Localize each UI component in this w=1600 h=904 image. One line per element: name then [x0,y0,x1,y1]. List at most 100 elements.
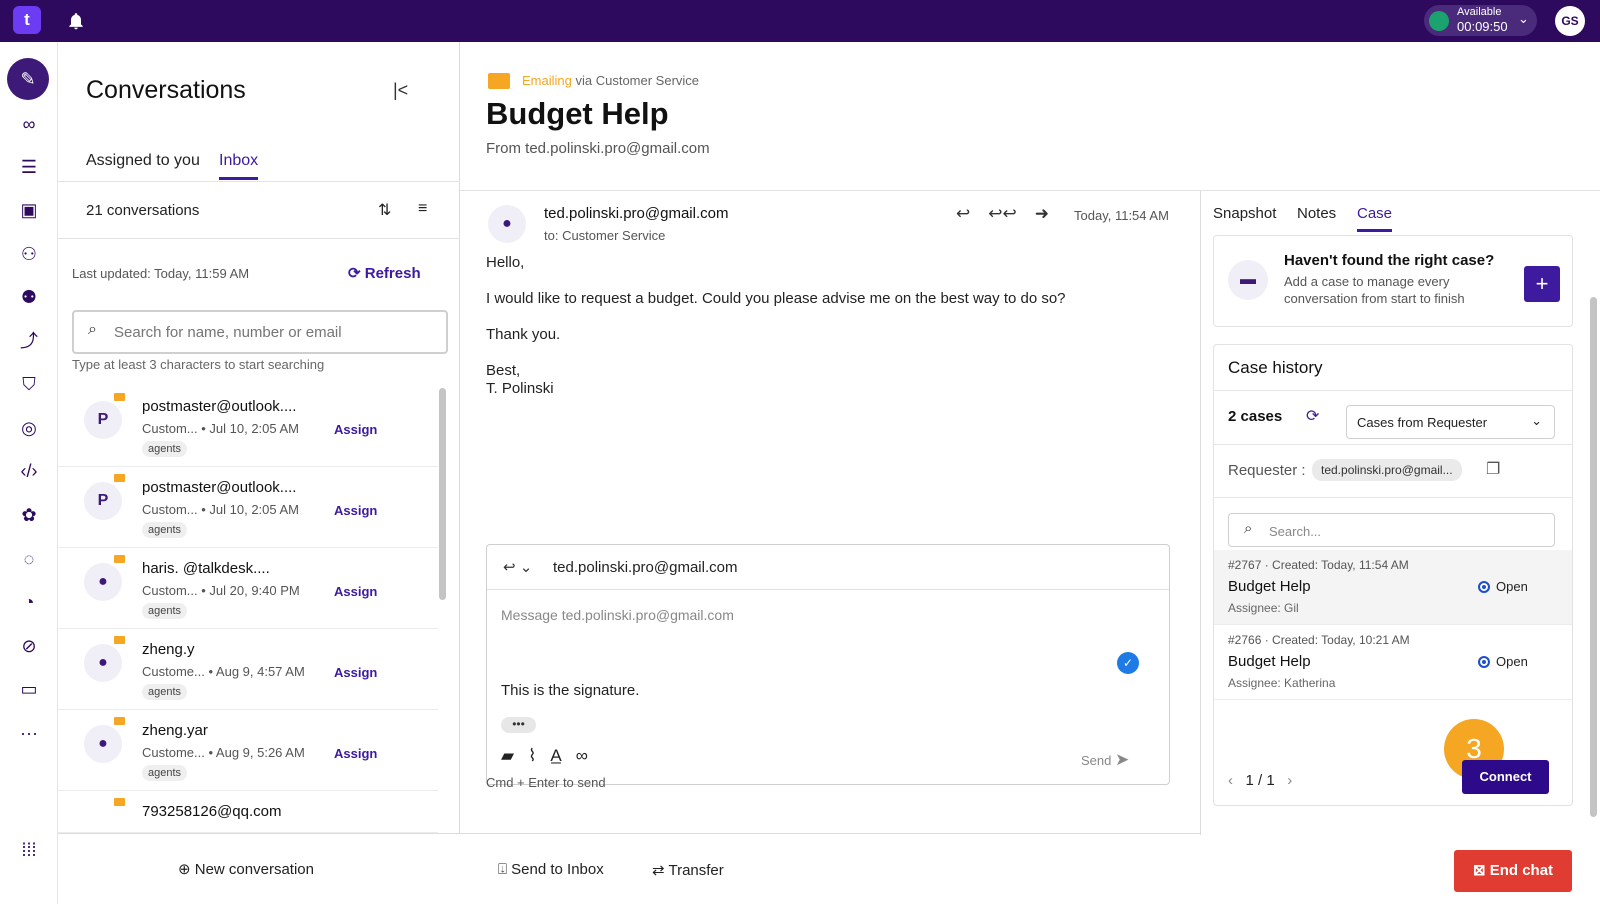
list-item[interactable]: ● zheng.y Custome... • Aug 9, 4:57 AM ag… [58,630,438,710]
scrollbar[interactable] [439,388,446,600]
assign-button[interactable]: Assign [334,746,377,761]
conversations-icon[interactable]: ✎ [7,58,49,100]
filter-icon[interactable]: ≡ [418,200,427,218]
voicemail-icon[interactable]: ∞ [14,109,44,139]
avatar: P [84,482,122,520]
search-input[interactable] [72,310,448,354]
refresh-button[interactable]: ⟳ Refresh [348,264,421,282]
apps-grid-icon[interactable]: ⁞⁞⁞ [14,835,44,865]
status-label: Open [1496,654,1528,669]
list-item[interactable]: 793258126@qq.com [58,792,438,833]
app-logo[interactable]: t [13,6,41,34]
open-status-icon [1478,656,1490,668]
list-item[interactable]: P postmaster@outlook.... Custom... • Jul… [58,387,438,467]
top-bar: t Available 00:09:50 ⌄ GS [0,0,1600,42]
list-item[interactable]: ● zheng.yar Custome... • Aug 9, 5:26 AM … [58,711,438,791]
case-search-input[interactable]: Search... [1228,513,1555,547]
case-assignee: Assignee: Gil [1228,601,1299,615]
chevron-down-icon: ⌄ [1518,11,1529,26]
compose-header: ↩ ⌄ ted.polinski.pro@gmail.com [487,545,1169,590]
list-item[interactable]: ● haris. @talkdesk.... Custom... • Jul 2… [58,549,438,629]
conversation-meta: Custom... • Jul 10, 2:05 AM [142,502,300,517]
template-icon[interactable]: ▰ [501,746,514,765]
status-timer: 00:09:50 [1457,19,1508,34]
grammar-check-icon[interactable]: ✓ [1117,652,1139,674]
page-indicator: 1 / 1 [1245,772,1275,789]
message-timestamp: Today, 11:54 AM [1074,208,1169,223]
case-filter-value: Cases from Requester [1357,415,1488,430]
team-icon[interactable]: ⚇ [14,239,44,269]
assign-button[interactable]: Assign [334,665,377,680]
signature: This is the signature. [501,682,640,699]
new-conversation-button[interactable]: ⊕ New conversation [178,860,314,878]
tab-snapshot[interactable]: Snapshot [1213,205,1276,222]
channel-type: Emailing [522,73,572,88]
divider [1214,444,1572,445]
compose-recipient[interactable]: ted.polinski.pro@gmail.com [553,559,737,576]
next-page-icon[interactable]: › [1287,772,1292,789]
chat-icon[interactable]: ◌ [14,544,44,574]
sort-icon[interactable]: ⇅ [378,200,391,220]
fingerprint-icon[interactable]: ◎ [14,413,44,443]
refresh-icon[interactable]: ⟳ [1306,406,1319,426]
requester-chip: ted.polinski.pro@gmail... [1312,459,1462,481]
assign-button[interactable]: Assign [334,503,377,518]
text-format-icon[interactable]: A̲ [550,746,561,765]
prev-page-icon[interactable]: ‹ [1228,772,1233,789]
conversation-name: zheng.yar [142,722,208,739]
send-to-inbox-button[interactable]: ⍗ Send to Inbox [498,861,604,878]
case-row[interactable]: #2766 · Created: Today, 10:21 AM Budget … [1214,625,1572,700]
person-icon: ● [84,725,122,763]
body-line: Thank you. [486,326,561,343]
collapse-panel-icon[interactable]: |< [393,80,408,101]
assign-button[interactable]: Assign [334,422,377,437]
body-line: Hello, [486,254,525,271]
message-input[interactable]: Message ted.polinski.pro@gmail.com [501,607,734,623]
tag-badge: agents [142,684,188,700]
body-line: T. Polinski [486,380,554,397]
tab-case[interactable]: Case [1357,205,1393,232]
case-filter-select[interactable]: Cases from Requester ⌄ [1346,405,1555,439]
transfer-button[interactable]: ⇄ Transfer [652,861,724,879]
tab-inbox[interactable]: Inbox [219,152,259,180]
forward-icon[interactable]: ➜ [1035,204,1049,223]
show-more-button[interactable]: ••• [501,717,536,733]
scrollbar[interactable] [1590,297,1597,817]
attachment-icon[interactable]: ⌇ [528,746,536,765]
shield-icon[interactable]: ⛉ [14,369,44,399]
connect-button[interactable]: Connect [1462,760,1549,794]
end-chat-button[interactable]: ⊠ End chat [1454,850,1572,892]
more-icon[interactable]: ··· [14,718,44,748]
tag-badge: agents [142,522,188,538]
routing-icon[interactable]: ⤴ [14,326,44,356]
add-circle-icon: ⊕ [178,861,195,878]
reply-all-icon[interactable]: ↩↩ [988,204,1017,223]
code-icon[interactable]: ‹/› [14,456,44,486]
brain-icon[interactable]: ✿ [14,500,44,530]
refresh-label: Refresh [364,265,421,282]
tab-assigned-to-you[interactable]: Assigned to you [86,152,200,170]
assign-button[interactable]: Assign [334,584,377,599]
list-icon[interactable]: ☰ [14,152,44,182]
contacts-icon[interactable]: ▣ [14,195,44,225]
dashboard-icon[interactable]: ◔ [14,587,44,617]
divider [1214,390,1572,391]
list-item[interactable]: P postmaster@outlook.... Custom... • Jul… [58,468,438,548]
conversation-meta: Custom... • Jul 20, 9:40 PM [142,583,300,598]
end-chat-label: End chat [1489,862,1554,879]
mail-icon [114,474,125,482]
agents-icon[interactable]: ⚉ [14,282,44,312]
copy-icon[interactable]: ❐ [1486,459,1500,479]
bell-icon[interactable] [66,11,86,31]
user-avatar[interactable]: GS [1555,6,1585,36]
tab-notes[interactable]: Notes [1297,205,1336,222]
send-button[interactable]: Send ➤ [1081,750,1129,770]
link-icon[interactable]: ∞ [576,746,588,765]
reply-mode-dropdown[interactable]: ↩ ⌄ [503,558,532,576]
briefcase-icon[interactable]: ▭ [14,674,44,704]
compass-icon[interactable]: ⊘ [14,631,44,661]
reply-icon[interactable]: ↩ [956,204,970,223]
availability-toggle[interactable]: Available 00:09:50 ⌄ [1424,5,1537,36]
add-case-button[interactable]: + [1524,266,1560,302]
case-row[interactable]: #2767 · Created: Today, 11:54 AM Budget … [1214,550,1572,625]
